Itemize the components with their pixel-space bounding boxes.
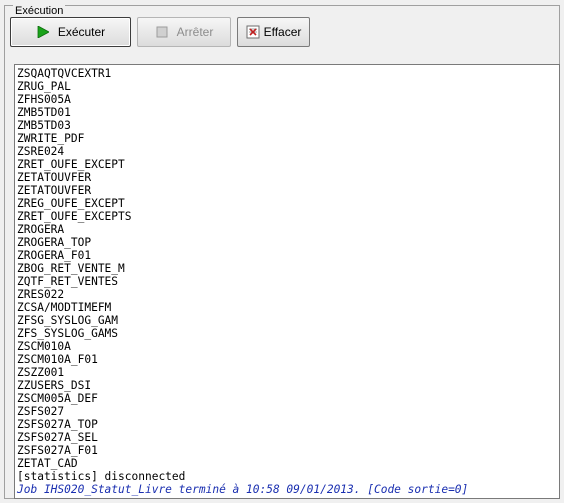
clear-label: Effacer: [263, 25, 302, 39]
console-line: [statistics] disconnected: [17, 470, 186, 483]
console-lines: ZSQAQTQVCEXTR1 ZRUG_PAL ZFHS005A ZMB5TD01 ZM…: [17, 67, 557, 496]
toolbar: Exécuter Arrêter Effacer: [10, 17, 310, 47]
console-line: ZSZZ001: [17, 366, 65, 379]
console-line: ZQTF_RET_VENTES: [17, 275, 119, 288]
stop-button[interactable]: Arrêter: [137, 17, 231, 47]
console-line: ZRET_OUFE_EXCEPT: [17, 158, 125, 171]
console-line: ZFHS005A: [17, 93, 71, 106]
console-line: ZRUG_PAL: [17, 80, 71, 93]
group-title: Exécution: [13, 5, 66, 17]
console-line: ZROGERA_TOP: [17, 236, 92, 249]
console-line: ZSFS027A_TOP: [17, 418, 98, 431]
console-line: ZZUSERS_DSI: [17, 379, 92, 392]
console-line: ZSCM010A: [17, 340, 71, 353]
execute-label: Exécuter: [57, 25, 106, 39]
console-line: ZROGERA: [17, 223, 65, 236]
console-line: ZWRITE_PDF: [17, 132, 85, 145]
console-line: ZFSG_SYSLOG_GAM: [17, 314, 119, 327]
console-line: ZBOG_RET_VENTE_M: [17, 262, 125, 275]
console-line: ZSFS027A_SEL: [17, 431, 98, 444]
console-line: ZSQAQTQVCEXTR1: [17, 67, 112, 80]
console-line: ZSCM010A_F01: [17, 353, 98, 366]
console-line: ZCSA/MODTIMEFM: [17, 301, 112, 314]
console-line: ZSFS027A_F01: [17, 444, 98, 457]
clear-button[interactable]: Effacer: [237, 17, 310, 47]
job-status-line: Job IHS020_Statut_Livre terminé à 10:58 …: [17, 483, 469, 496]
console-line: ZFS_SYSLOG_GAMS: [17, 327, 119, 340]
console-output[interactable]: ZSQAQTQVCEXTR1 ZRUG_PAL ZFHS005A ZMB5TD01 ZM…: [14, 64, 560, 499]
stop-icon: [155, 25, 169, 39]
console-line: ZMB5TD01: [17, 106, 71, 119]
console-line: ZSCM005A_DEF: [17, 392, 98, 405]
console-line: ZMB5TD03: [17, 119, 71, 132]
console-line: ZRET_OUFE_EXCEPTS: [17, 210, 132, 223]
play-icon: [36, 25, 50, 39]
stop-label: Arrêter: [176, 25, 214, 39]
console-line: ZSRE024: [17, 145, 65, 158]
console-line: ZSFS027: [17, 405, 65, 418]
console-line: ZETATOUVFER: [17, 171, 92, 184]
console-line: ZROGERA_F01: [17, 249, 92, 262]
eraser-icon: [246, 25, 260, 39]
console-line: ZRES022: [17, 288, 65, 301]
console-line: ZREG_OUFE_EXCEPT: [17, 197, 125, 210]
execute-button[interactable]: Exécuter: [10, 17, 131, 47]
console-line: ZETATOUVFER: [17, 184, 92, 197]
console-line: ZETAT_CAD: [17, 457, 78, 470]
